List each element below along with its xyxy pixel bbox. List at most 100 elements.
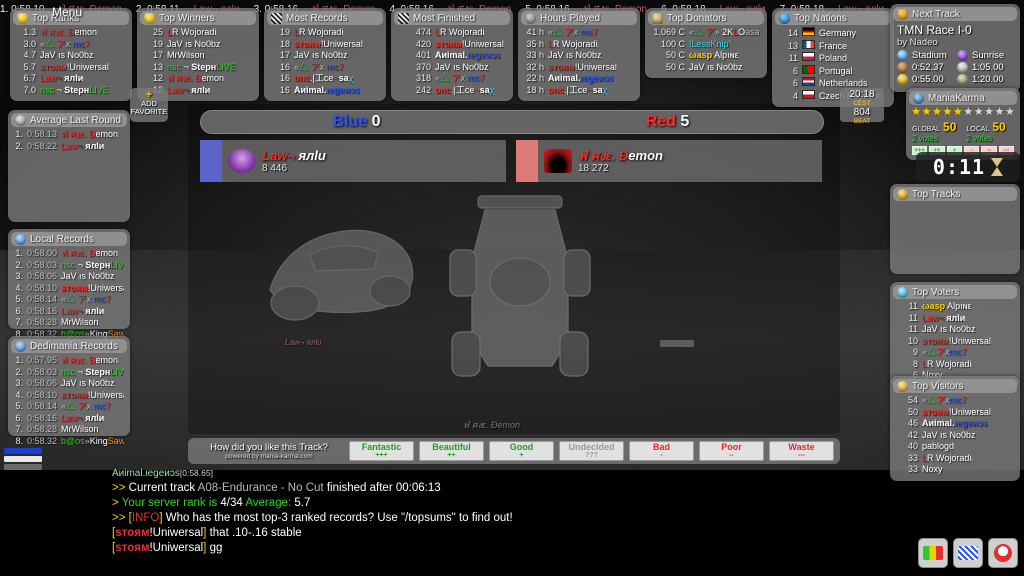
list-item: 18 h onc.|工ce¬saχ [524,85,634,97]
flag-button[interactable] [953,538,983,568]
car-silhouette-left [269,229,414,321]
list-item: 10 sтoям!Uniwersal [896,336,1014,348]
list-item: 33 Noxy [896,464,1014,476]
list-item-name: sтoям!Uniwersal [922,406,991,417]
list-item-rank: 4.7 [23,50,36,60]
list-item-rank: 11 [788,53,798,63]
karma-vote-bar: How did you like this Track? powered by … [188,438,840,464]
list-item-name: Poland [819,53,848,63]
list-item-rank: 16 [279,73,290,83]
list-item-name: nsc ¬ StepнLIVE [40,84,109,95]
list-item-rank: 33 h [526,50,544,60]
karma-star-7[interactable]: ★ [973,107,984,118]
list-item-rank: 18 h [526,84,544,95]
panel-title-bar: Most Finished [394,11,510,25]
panel-title-bar: Top Donators [648,11,764,25]
list-item: 12 ฟ่ ศงε. Ðemon [143,73,253,85]
list-item-rank: 3. [15,271,23,281]
karma-vote-beautiful[interactable]: Beautiful ++ [419,441,484,461]
silver-medal-icon [957,62,968,73]
mania-karma-title: ManiaKarma [928,92,985,104]
list-item: 18 sтoям!Uniwersal [270,39,380,51]
face-icon [994,544,1012,562]
list-item-rank: 4. [15,389,23,400]
karma-star-1[interactable]: ★ [911,107,921,118]
list-item-rank: 19 [279,27,290,37]
karma-star-6[interactable]: ★ [963,107,973,118]
karma-vote-label: Waste [788,442,815,452]
karma-vote-poor[interactable]: Poor -- [699,441,764,461]
panel-body: 11 ωasp Alpıɴε 11 Law¬ ялlи 11 JaV ıs No0bz 10… [893,299,1017,382]
karma-star-3[interactable]: ★ [932,107,942,118]
karma-star-2[interactable]: ★ [921,107,932,118]
list-item: 11 JaV ıs No0bz [896,324,1014,336]
karma-vote-waste[interactable]: Waste --- [769,441,834,461]
karma-star-9[interactable]: ★ [994,107,1005,118]
mania-karma-panel: ManiaKarma ★ ★ ★ ★ ★ ★ ★ ★ ★ ★ GLOBAL 50 2 votes L… [906,88,1020,160]
panel-title-text: Top Winners [159,12,215,24]
list-item-rank: 474 [415,27,431,37]
karma-vote-sub: --- [798,452,805,459]
panel-body: 41 h «△ アх mc7 35 h LR Wojoradi 33 h JaV ıs N… [521,25,637,96]
list-item-name: «△アхmc7 [922,395,967,405]
list-item-name: onc.|工ce¬saχ [548,84,608,95]
menu-label[interactable]: Menu [52,5,82,19]
cup-icon [144,12,155,24]
list-item-time: 0:58.13 [27,129,58,139]
flag-icon-de [802,27,815,36]
karma-star-4[interactable]: ★ [942,107,952,118]
karma-star-5[interactable]: ★ [953,107,963,118]
list-item-name: JaV ıs No0bz [922,429,976,440]
chat-header: Aиimal.ιegeиɔs[0:58.65] [112,466,892,481]
list-item: 5.7 sтoям!Uniwersal [16,62,126,74]
checkered-flag-icon [398,12,409,24]
records-icon [15,340,26,352]
list-item-rank: 3.0 [23,38,36,49]
chart-button[interactable] [918,538,948,568]
list-item: 8. 0:58.32b@os»KingSawyer! [14,436,124,448]
list-item: 5. 0:58.14 «△ アх mc7 [14,401,124,413]
list-item: 7.0 nsc ¬ StepнLIVE [16,85,126,97]
karma-vote-undecided[interactable]: Undecided??? [559,441,624,461]
blue-team-value: 0 [371,113,381,130]
list-item-rank: 11 [908,312,918,323]
flag-icon-fr [802,39,815,49]
karma-powered-by: powered by mania-karma.com [225,453,313,460]
list-item-name: sтoям!Uniwersal [548,61,617,72]
list-item-rank: 32 h [526,61,544,72]
list-item-name: Aиimal.ιegeиɔs [435,50,502,60]
karma-star-10[interactable]: ★ [1005,107,1015,118]
next-track-environment: Stadium [897,50,953,61]
list-item: 9 «△アхmc7 [896,347,1014,359]
list-item-name: JaV ıs No0bz [548,50,602,60]
list-item-rank: 50 [907,406,918,417]
karma-vote-fantastic[interactable]: Fantastic +++ [349,441,414,461]
list-item: 420 sтoям!Uniwersal [397,39,507,51]
list-item: 17 MrWilson [143,50,253,62]
list-item: 2. 0:58.03nsc ¬ StepнLIVE [14,260,124,272]
panel-body: 25 LR Wojoradi 19 JaV ıs No0bz 17 MrWilson 13 n… [140,25,256,96]
next-track-name: TMN Race I-0 [897,23,972,37]
karma-vote-bad[interactable]: Bad - [629,441,694,461]
list-item: 11 ωasp Alpıɴε [896,301,1014,313]
list-item-rank: 33 [907,464,918,474]
karma-vote-label: Fantastic [361,442,402,452]
list-item-name: Law¬ ялlи [61,305,105,316]
list-item-name: onc.|工ce¬saχ [294,73,354,83]
flag-icon-pl [802,52,815,61]
list-item-name: Aиimal.ιegeиɔs [548,73,615,83]
globe-icon [779,12,790,24]
panel-title-text: Top Nations [794,12,847,24]
list-item: 14 Germany [778,27,888,40]
list-item: 370 JaV ıs No0bz [397,62,507,74]
list-item: 3. 0:58.06 JaV ıs No0bz [14,378,124,390]
panel-body: 54 «△アхmc7 50 sтoям!Uniwersal 46 Aиimal.ιegeи… [893,393,1017,476]
panel-title-text: Hours Played [540,12,601,24]
list-item-name: MrWilson [167,50,205,60]
karma-star-8[interactable]: ★ [984,107,994,118]
chat-log: Aиimal.ιegeиɔs[0:58.65] >> Current track… [112,464,892,576]
add-favorite-button[interactable]: + ADD FAVORITE [130,88,168,122]
face-button[interactable] [988,538,1018,568]
list-item: 50 sтoям!Uniwersal [896,407,1014,419]
karma-vote-good[interactable]: Good + [489,441,554,461]
